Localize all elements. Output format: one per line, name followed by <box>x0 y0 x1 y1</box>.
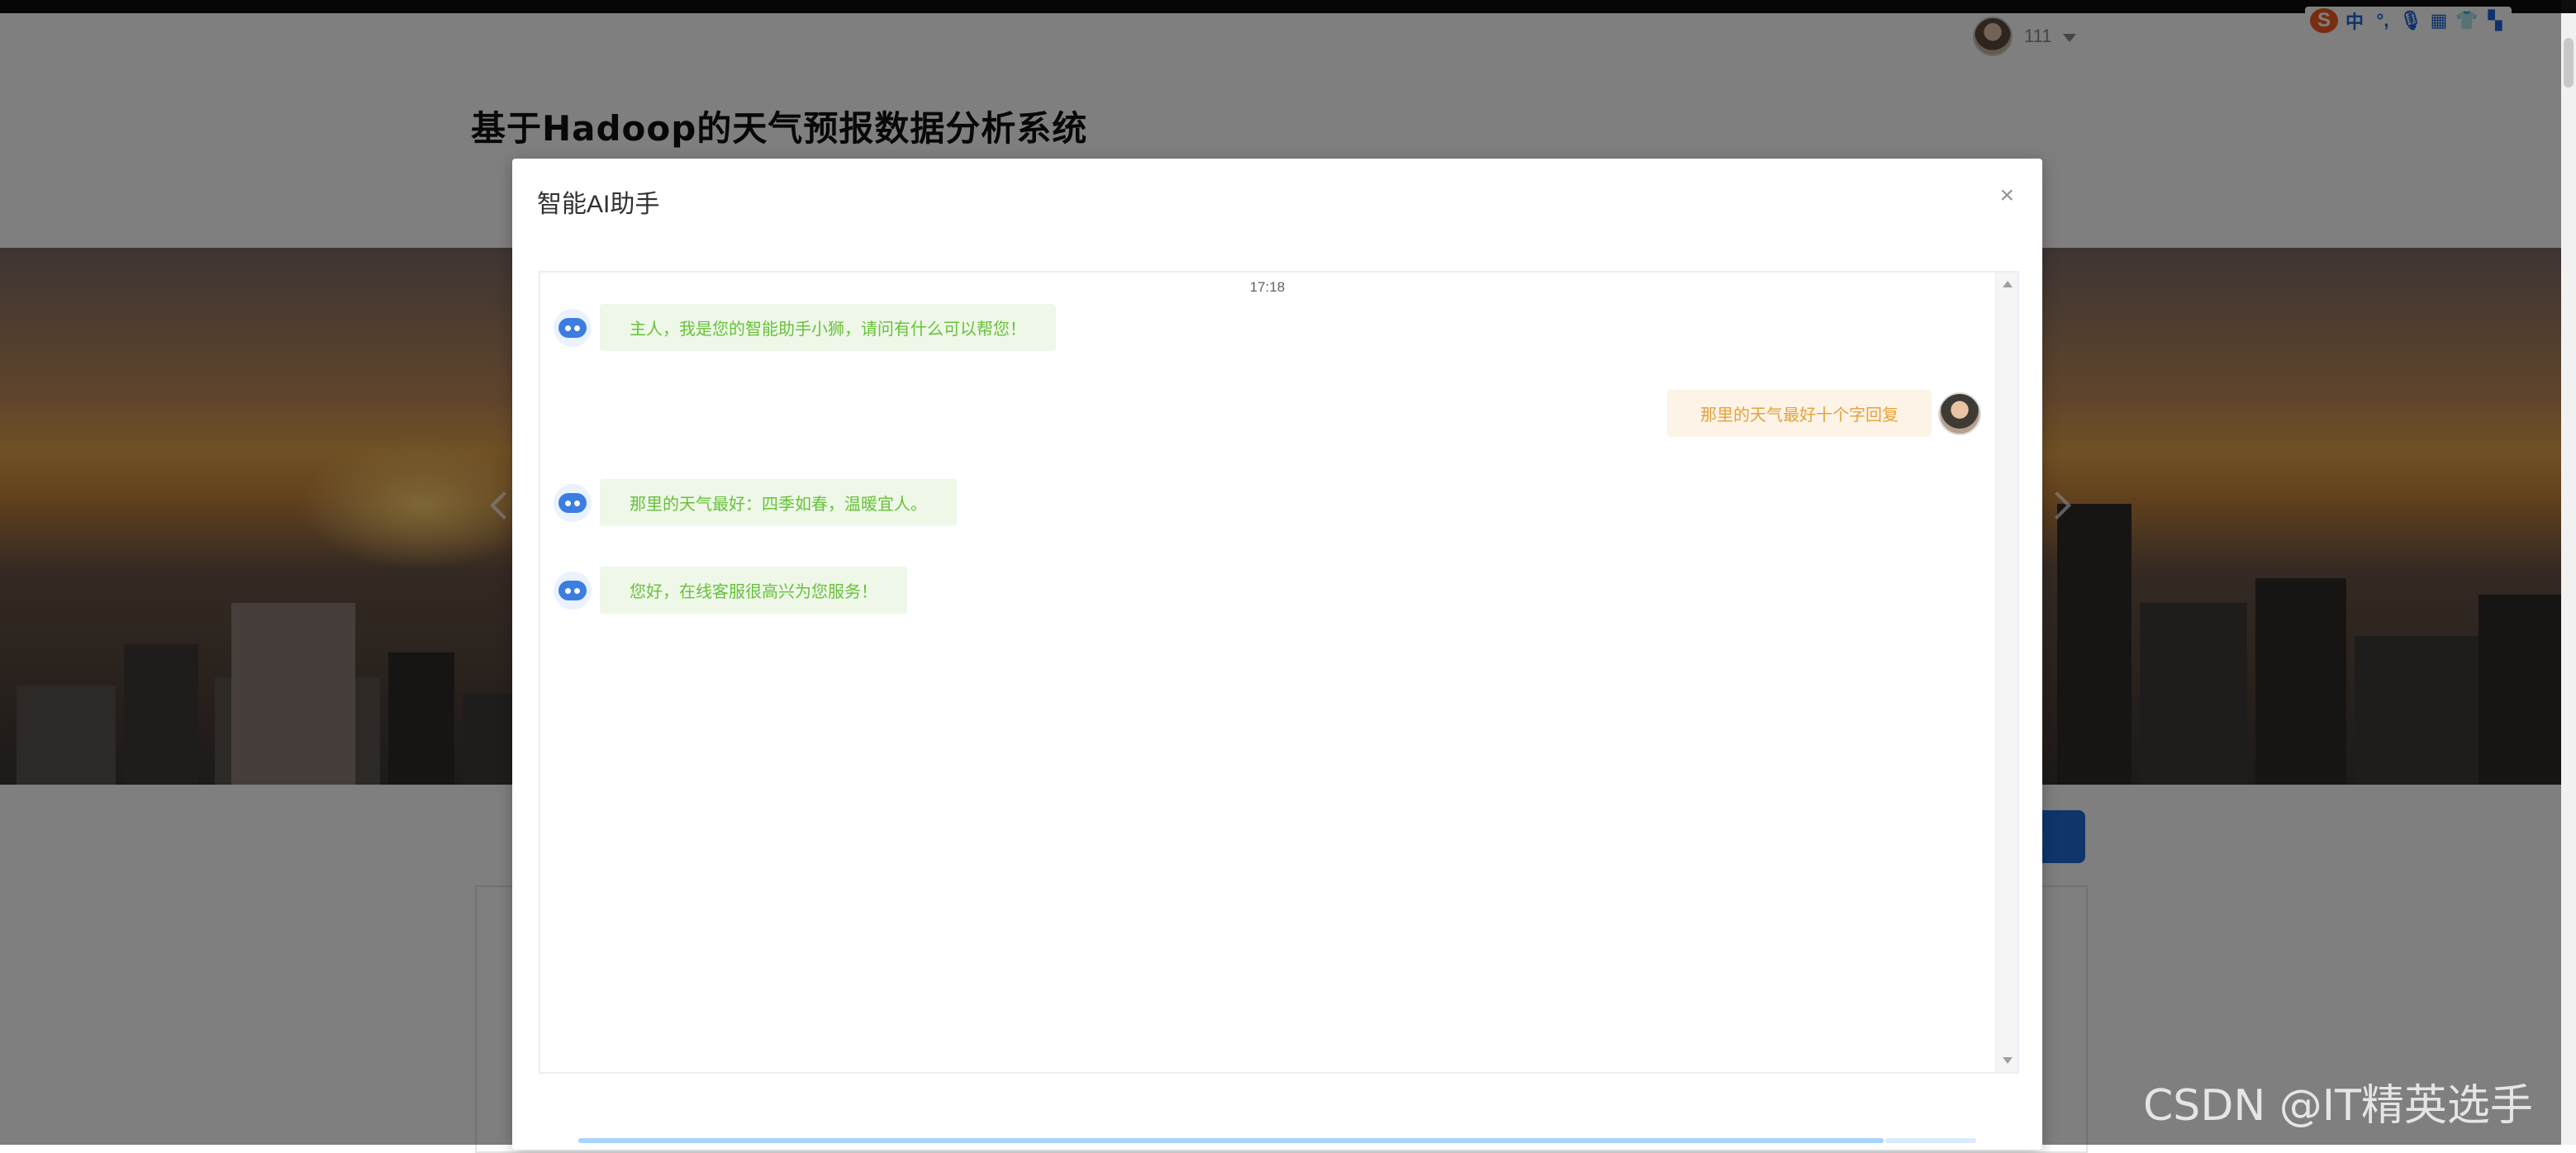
scroll-up-icon[interactable] <box>2003 281 2013 287</box>
bot-bubble: 主人，我是您的智能助手小狮，请问有什么可以帮您！ <box>600 304 1056 351</box>
robot-icon <box>554 571 592 610</box>
user-bubble: 那里的天气最好十个字回复 <box>1667 390 1932 437</box>
page-scrollbar[interactable] <box>2561 13 2576 1145</box>
page-scrollbar-thumb[interactable] <box>2564 38 2574 88</box>
close-icon[interactable]: × <box>1999 182 2014 210</box>
robot-icon <box>554 483 592 522</box>
dialog-title: 智能AI助手 <box>537 191 660 218</box>
chat-window[interactable]: 17:18 主人，我是您的智能助手小狮，请问有什么可以帮您！ 那里的天气最好十个… <box>539 271 2019 1074</box>
watermark: CSDN @IT精英选手 <box>2143 1081 2533 1131</box>
message-input[interactable] <box>578 1138 1884 1143</box>
user-chat-avatar <box>1938 391 1981 435</box>
chat-message-user: 那里的天气最好十个字回复 <box>1667 390 1981 437</box>
send-button[interactable] <box>1885 1138 1976 1143</box>
chat-message-bot: 那里的天气最好：四季如春，温暖宜人。 <box>554 479 957 526</box>
scroll-down-icon[interactable] <box>2003 1057 2013 1064</box>
chat-scrollbar[interactable] <box>1995 273 2018 1072</box>
bot-bubble: 您好，在线客服很高兴为您服务！ <box>600 567 907 614</box>
chat-timestamp: 17:18 <box>1249 279 1286 295</box>
ai-assistant-dialog: 智能AI助手 × 17:18 主人，我是您的智能助手小狮，请问有什么可以帮您！ … <box>512 159 2042 1150</box>
robot-icon <box>554 308 592 347</box>
chat-message-bot: 您好，在线客服很高兴为您服务！ <box>554 567 907 614</box>
chat-message-bot: 主人，我是您的智能助手小狮，请问有什么可以帮您！ <box>554 304 1056 351</box>
bot-bubble: 那里的天气最好：四季如春，温暖宜人。 <box>600 479 957 526</box>
